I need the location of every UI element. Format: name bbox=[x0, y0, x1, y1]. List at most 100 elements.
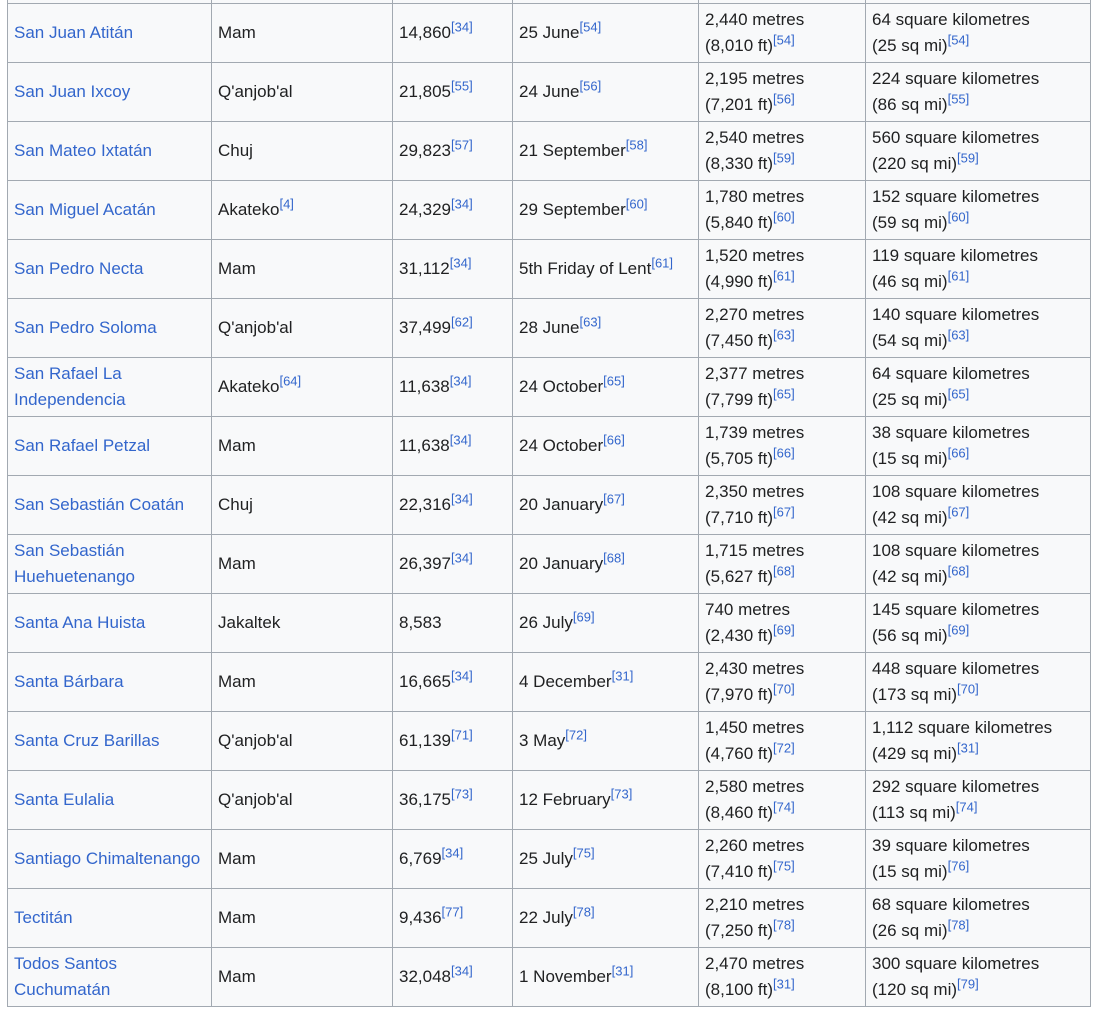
municipality-link[interactable]: San Rafael Petzal bbox=[14, 436, 150, 455]
altitude-ref[interactable]: 31 bbox=[773, 976, 795, 991]
area-ref[interactable]: 65 bbox=[948, 386, 970, 401]
area-ref[interactable]: 67 bbox=[948, 504, 970, 519]
municipality-link[interactable]: Santa Bárbara bbox=[14, 672, 124, 691]
language-text: Mam bbox=[218, 849, 256, 868]
municipality-link[interactable]: San Pedro Soloma bbox=[14, 318, 157, 337]
altitude-ref[interactable]: 69 bbox=[773, 622, 795, 637]
population-ref[interactable]: 57 bbox=[451, 137, 473, 152]
festival-ref[interactable]: 31 bbox=[612, 668, 634, 683]
area-ref[interactable]: 78 bbox=[948, 917, 970, 932]
population-ref[interactable]: 77 bbox=[442, 904, 464, 919]
population-ref[interactable]: 34 bbox=[450, 373, 472, 388]
area-cell: 140 square kilometres (54 sq mi)63 bbox=[865, 298, 1091, 358]
area-ref[interactable]: 79 bbox=[957, 976, 979, 991]
language-cell: Q'anjob'al bbox=[211, 770, 393, 830]
municipality-link[interactable]: San Mateo Ixtatán bbox=[14, 141, 152, 160]
municipality-link[interactable]: Santa Cruz Barillas bbox=[14, 731, 160, 750]
area-ref[interactable]: 59 bbox=[957, 150, 979, 165]
population-ref[interactable]: 34 bbox=[451, 491, 473, 506]
municipality-link[interactable]: San Pedro Necta bbox=[14, 259, 143, 278]
altitude-ref[interactable]: 59 bbox=[773, 150, 795, 165]
municipality-link[interactable]: Tectitán bbox=[14, 908, 73, 927]
population-ref[interactable]: 73 bbox=[451, 786, 473, 801]
population-text: 11,638 bbox=[399, 377, 450, 396]
area-ref[interactable]: 54 bbox=[948, 32, 970, 47]
population-ref[interactable]: 34 bbox=[450, 255, 472, 270]
festival-cell: 12 February73 bbox=[512, 770, 699, 830]
municipality-link[interactable]: San Juan Ixcoy bbox=[14, 82, 130, 101]
population-ref[interactable]: 34 bbox=[451, 963, 473, 978]
language-ref[interactable]: 4 bbox=[279, 196, 293, 211]
municipality-link[interactable]: San Sebastián Coatán bbox=[14, 495, 184, 514]
population-text: 24,329 bbox=[399, 200, 451, 219]
festival-ref[interactable]: 61 bbox=[651, 255, 673, 270]
municipality-link[interactable]: San Juan Atitán bbox=[14, 23, 133, 42]
festival-ref[interactable]: 54 bbox=[580, 19, 602, 34]
festival-ref[interactable]: 78 bbox=[573, 904, 595, 919]
festival-ref[interactable]: 67 bbox=[603, 491, 625, 506]
altitude-ref[interactable]: 78 bbox=[773, 917, 795, 932]
festival-ref[interactable]: 69 bbox=[573, 609, 595, 624]
festival-ref[interactable]: 63 bbox=[580, 314, 602, 329]
festival-ref[interactable]: 75 bbox=[573, 845, 595, 860]
altitude-ref[interactable]: 60 bbox=[773, 209, 795, 224]
altitude-ref[interactable]: 61 bbox=[773, 268, 795, 283]
area-ref[interactable]: 63 bbox=[948, 327, 970, 342]
festival-ref[interactable]: 60 bbox=[626, 196, 648, 211]
municipality-link[interactable]: Santa Eulalia bbox=[14, 790, 114, 809]
area-ref[interactable]: 61 bbox=[948, 268, 970, 283]
altitude-ref[interactable]: 75 bbox=[773, 858, 795, 873]
area-ref[interactable]: 31 bbox=[957, 740, 979, 755]
population-ref[interactable]: 34 bbox=[442, 845, 464, 860]
area-ref[interactable]: 69 bbox=[948, 622, 970, 637]
municipality-link[interactable]: San Rafael La Independencia bbox=[14, 364, 126, 409]
festival-ref[interactable]: 56 bbox=[580, 78, 602, 93]
altitude-metres: 2,440 metres bbox=[705, 10, 805, 29]
area-ref[interactable]: 76 bbox=[948, 858, 970, 873]
population-ref[interactable]: 34 bbox=[451, 550, 473, 565]
population-ref[interactable]: 34 bbox=[451, 19, 473, 34]
table-row: Santa Eulalia Q'anjob'al 36,17573 12 Feb… bbox=[7, 770, 1091, 830]
festival-ref[interactable]: 31 bbox=[612, 963, 634, 978]
language-cell: Q'anjob'al bbox=[211, 711, 393, 771]
altitude-ref[interactable]: 65 bbox=[773, 386, 795, 401]
population-cell: 9,43677 bbox=[392, 888, 513, 948]
area-ref[interactable]: 70 bbox=[957, 681, 979, 696]
altitude-ref[interactable]: 67 bbox=[773, 504, 795, 519]
population-ref[interactable]: 34 bbox=[451, 668, 473, 683]
language-ref[interactable]: 64 bbox=[279, 373, 301, 388]
altitude-ref[interactable]: 72 bbox=[773, 740, 795, 755]
municipality-link[interactable]: San Sebastián Huehuetenango bbox=[14, 541, 135, 586]
table-row: San Sebastián Coatán Chuj 22,31634 20 Ja… bbox=[7, 475, 1091, 535]
festival-text: 21 September bbox=[519, 141, 626, 160]
altitude-ref[interactable]: 70 bbox=[773, 681, 795, 696]
area-ref[interactable]: 66 bbox=[948, 445, 970, 460]
area-ref[interactable]: 68 bbox=[948, 563, 970, 578]
festival-ref[interactable]: 66 bbox=[603, 432, 625, 447]
altitude-ref[interactable]: 54 bbox=[773, 32, 795, 47]
area-ref[interactable]: 60 bbox=[948, 209, 970, 224]
festival-ref[interactable]: 58 bbox=[626, 137, 648, 152]
population-ref[interactable]: 62 bbox=[451, 314, 473, 329]
altitude-ref[interactable]: 66 bbox=[773, 445, 795, 460]
festival-ref[interactable]: 73 bbox=[611, 786, 633, 801]
population-ref[interactable]: 71 bbox=[451, 727, 473, 742]
altitude-ref[interactable]: 63 bbox=[773, 327, 795, 342]
population-ref[interactable]: 34 bbox=[451, 196, 473, 211]
municipality-link[interactable]: Santiago Chimaltenango bbox=[14, 849, 200, 868]
altitude-ref[interactable]: 56 bbox=[773, 91, 795, 106]
altitude-ref[interactable]: 68 bbox=[773, 563, 795, 578]
area-ref[interactable]: 74 bbox=[956, 799, 978, 814]
festival-ref[interactable]: 65 bbox=[603, 373, 625, 388]
festival-ref[interactable]: 68 bbox=[603, 550, 625, 565]
municipality-link[interactable]: Todos Santos Cuchumatán bbox=[14, 954, 117, 999]
festival-ref[interactable]: 72 bbox=[565, 727, 587, 742]
population-ref[interactable]: 34 bbox=[450, 432, 472, 447]
municipality-link[interactable]: Santa Ana Huista bbox=[14, 613, 145, 632]
municipality-link[interactable]: San Miguel Acatán bbox=[14, 200, 156, 219]
area-ref[interactable]: 55 bbox=[948, 91, 970, 106]
festival-text: 1 November bbox=[519, 967, 612, 986]
population-ref[interactable]: 55 bbox=[451, 78, 473, 93]
language-text: Mam bbox=[218, 23, 256, 42]
altitude-ref[interactable]: 74 bbox=[773, 799, 795, 814]
